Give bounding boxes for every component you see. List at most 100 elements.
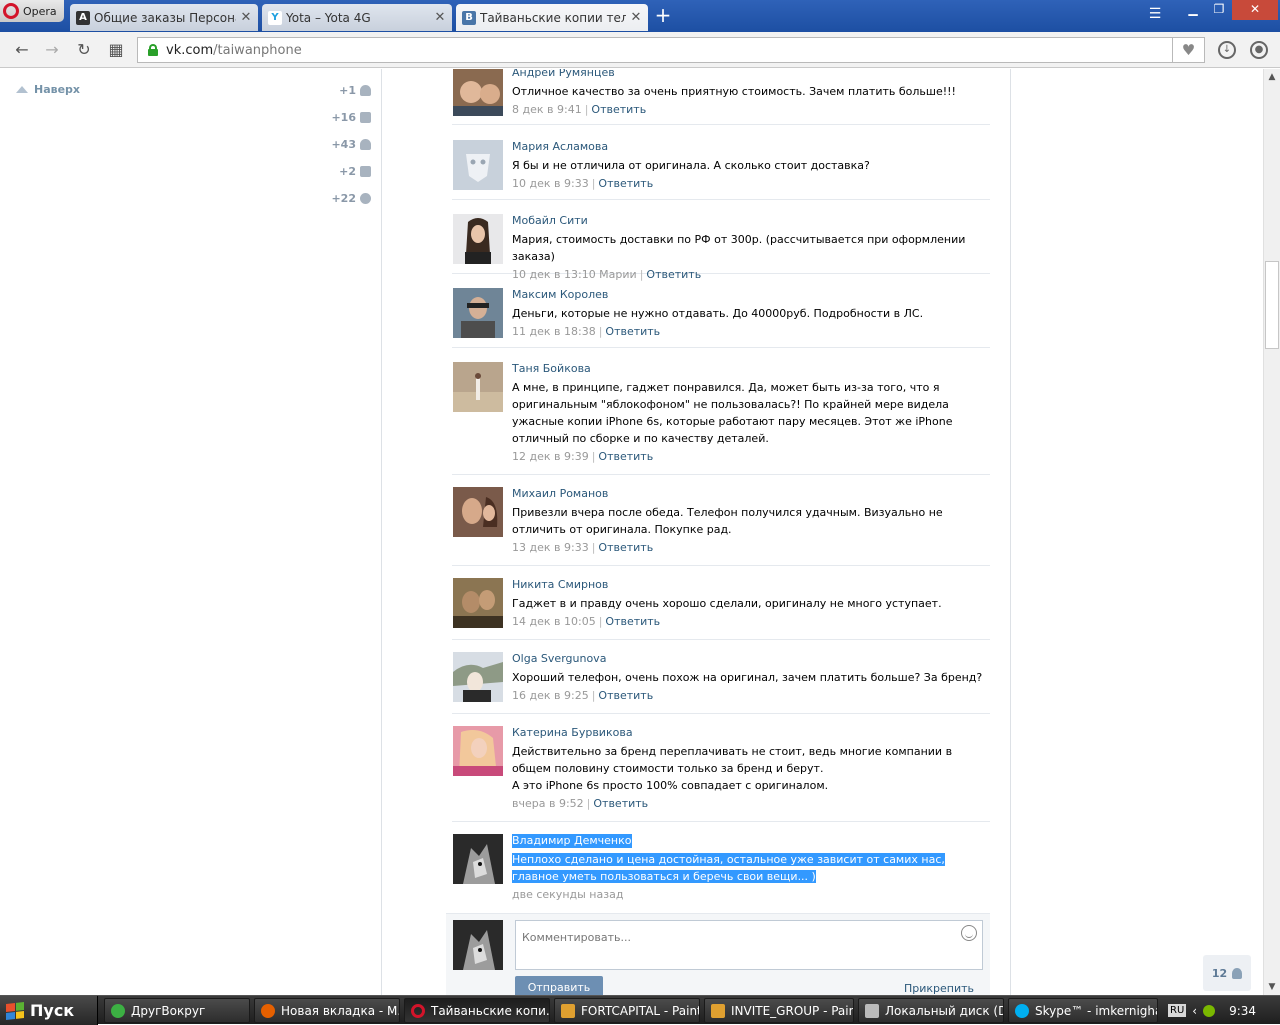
scroll-up-arrow-icon[interactable]: ▲ — [1264, 69, 1280, 85]
avatar[interactable] — [453, 69, 503, 116]
taskbar-item-skype[interactable]: Skype™ - imkernighan — [1008, 998, 1158, 1023]
comment-author-link[interactable]: Катерина Бурвикова — [512, 726, 633, 740]
comment-author-link[interactable]: Михаил Романов — [512, 487, 608, 501]
counter-friends[interactable]: +43 — [311, 137, 371, 151]
counter-chat[interactable]: +2 — [311, 164, 371, 178]
tab-favicon-icon: B — [462, 10, 476, 25]
heart-bookmark-icon[interactable]: ♥ — [1173, 37, 1205, 63]
taskbar-item-opera[interactable]: Тайваньские копи... — [404, 998, 550, 1023]
reply-link[interactable]: Ответить — [646, 268, 701, 281]
close-icon[interactable]: ✕ — [630, 10, 642, 25]
avatar[interactable] — [453, 834, 503, 884]
meta-separator: | — [591, 177, 596, 190]
tray-expand-icon[interactable]: ‹ — [1192, 1004, 1197, 1018]
tray-app-icon[interactable] — [1203, 1004, 1216, 1017]
tab-title: Тайваньские копии телефонов — [480, 10, 626, 25]
app-icon — [1015, 1003, 1029, 1018]
scroll-thumb[interactable] — [1265, 261, 1279, 349]
window-close-icon[interactable]: ✕ — [1232, 0, 1278, 20]
tab-yota[interactable]: Y Yota – Yota 4G ✕ — [262, 4, 452, 31]
url-field[interactable]: vk.com/taiwanphone — [137, 37, 1173, 63]
back-arrow-icon[interactable]: ← — [12, 40, 32, 60]
comment-input[interactable]: Комментировать... — [515, 920, 983, 970]
comment-author-link[interactable]: Владимир Демченко — [512, 834, 632, 848]
attach-link[interactable]: Прикрепить — [904, 982, 974, 995]
reload-icon[interactable]: ↻ — [74, 40, 94, 60]
comment-author-link[interactable]: Таня Бойкова — [512, 362, 591, 376]
browser-tab-bar: Opera A Общие заказы Персональные ✕ Y Yo… — [0, 0, 1280, 32]
comment-meta: две секунды назад — [512, 888, 988, 902]
scroll-to-top-link[interactable]: Наверх — [16, 83, 80, 96]
meta-separator: | — [639, 268, 644, 281]
online-friends-badge[interactable]: 12 — [1203, 955, 1251, 991]
comment-author-link[interactable]: Максим Королев — [512, 288, 608, 302]
new-tab-plus-icon[interactable]: + — [652, 5, 674, 26]
opera-menu-button[interactable]: Opera — [0, 0, 64, 22]
comment-author-link[interactable]: Мария Асламова — [512, 140, 608, 154]
avatar[interactable] — [453, 652, 503, 702]
task-label: Skype™ - imkernighan — [1035, 1003, 1158, 1018]
avatar[interactable] — [453, 288, 503, 338]
comment-author-link[interactable]: Андрей Румянцев — [512, 69, 615, 80]
avatar[interactable] — [453, 362, 503, 412]
page-viewport: Наверх +1 +16 +43 +2 +22 Андрей Румянцев — [0, 69, 1263, 995]
avatar[interactable] — [453, 726, 503, 776]
comment-author-link[interactable]: Мобайл Сити — [512, 214, 588, 228]
gear-icon — [360, 192, 371, 204]
counter-settings[interactable]: +22 — [311, 191, 371, 205]
minimize-icon[interactable]: ▁ — [1180, 0, 1206, 20]
vertical-scrollbar[interactable]: ▲ ▼ — [1263, 69, 1280, 995]
counter-messages[interactable]: +16 — [311, 110, 371, 124]
avatar[interactable] — [453, 487, 503, 537]
close-icon[interactable]: ✕ — [240, 10, 252, 25]
counter-notifications[interactable]: +1 — [311, 83, 371, 97]
tab-menu-icon[interactable]: ☰ — [1144, 6, 1166, 26]
reply-link[interactable]: Ответить — [593, 797, 648, 810]
forward-arrow-icon[interactable]: → — [42, 40, 62, 60]
comment-line: Действительно за бренд переплачивать не … — [512, 745, 953, 775]
restore-icon[interactable]: ❐ — [1206, 0, 1232, 20]
avatar[interactable] — [453, 140, 503, 190]
reply-link[interactable]: Ответить — [591, 103, 646, 116]
clock[interactable]: 9:34 — [1229, 1004, 1256, 1018]
comment-author-link[interactable]: Olga Svergunova — [512, 652, 606, 666]
comment-text: Хороший телефон, очень похож на оригинал… — [512, 671, 983, 684]
scroll-down-arrow-icon[interactable]: ▼ — [1264, 979, 1280, 995]
start-button[interactable]: Пуск — [0, 996, 98, 1025]
smile-icon[interactable] — [961, 925, 977, 941]
comment-date: 10 дек в 13:10 Марии — [512, 268, 637, 281]
reply-link[interactable]: Ответить — [598, 689, 653, 702]
send-button[interactable]: Отправить — [515, 976, 603, 995]
avatar — [453, 920, 503, 970]
taskbar-item-paint-fortcapital[interactable]: FORTCAPITAL - Paint — [554, 998, 700, 1023]
taskbar-item-paint-invite[interactable]: INVITE_GROUP - Paint — [704, 998, 854, 1023]
language-indicator[interactable]: RU — [1168, 1004, 1187, 1017]
taskbar-item-local-disk[interactable]: Локальный диск (D:) — [858, 998, 1004, 1023]
avatar[interactable] — [453, 214, 503, 264]
start-label: Пуск — [30, 1001, 75, 1020]
comment-text: А мне, в принципе, гаджет понравился. Да… — [512, 381, 953, 445]
tab-taiwanphone[interactable]: B Тайваньские копии телефонов ✕ — [456, 4, 648, 31]
comments-column: Андрей Румянцев Отличное качество за оче… — [382, 69, 1011, 995]
task-label: Локальный диск (D:) — [885, 1003, 1004, 1018]
arrow-up-icon — [16, 86, 28, 93]
close-icon[interactable]: ✕ — [434, 10, 446, 25]
reply-link[interactable]: Ответить — [598, 177, 653, 190]
taskbar-item-drugvokrug[interactable]: ДругВокруг — [104, 998, 250, 1023]
comment-date: 13 дек в 9:33 — [512, 541, 589, 554]
comment-date: вчера в 9:52 — [512, 797, 584, 810]
tab-orders[interactable]: A Общие заказы Персональные ✕ — [70, 4, 258, 31]
comment-meta: 16 дек в 9:25 | Ответить — [512, 689, 988, 703]
meta-separator: | — [591, 689, 596, 702]
reply-link[interactable]: Ответить — [598, 541, 653, 554]
avatar[interactable] — [453, 578, 503, 628]
comment-date: 12 дек в 9:39 — [512, 450, 589, 463]
reply-link[interactable]: Ответить — [598, 450, 653, 463]
account-icon[interactable]: ● — [1250, 41, 1268, 59]
download-icon[interactable]: ↓ — [1218, 41, 1236, 59]
speed-dial-grid-icon[interactable]: ▦ — [106, 40, 126, 60]
comment-author-link[interactable]: Никита Смирнов — [512, 578, 608, 592]
reply-link[interactable]: Ответить — [605, 615, 660, 628]
taskbar-item-new-tab[interactable]: Новая вкладка - M... — [254, 998, 400, 1023]
reply-link[interactable]: Ответить — [605, 325, 660, 338]
